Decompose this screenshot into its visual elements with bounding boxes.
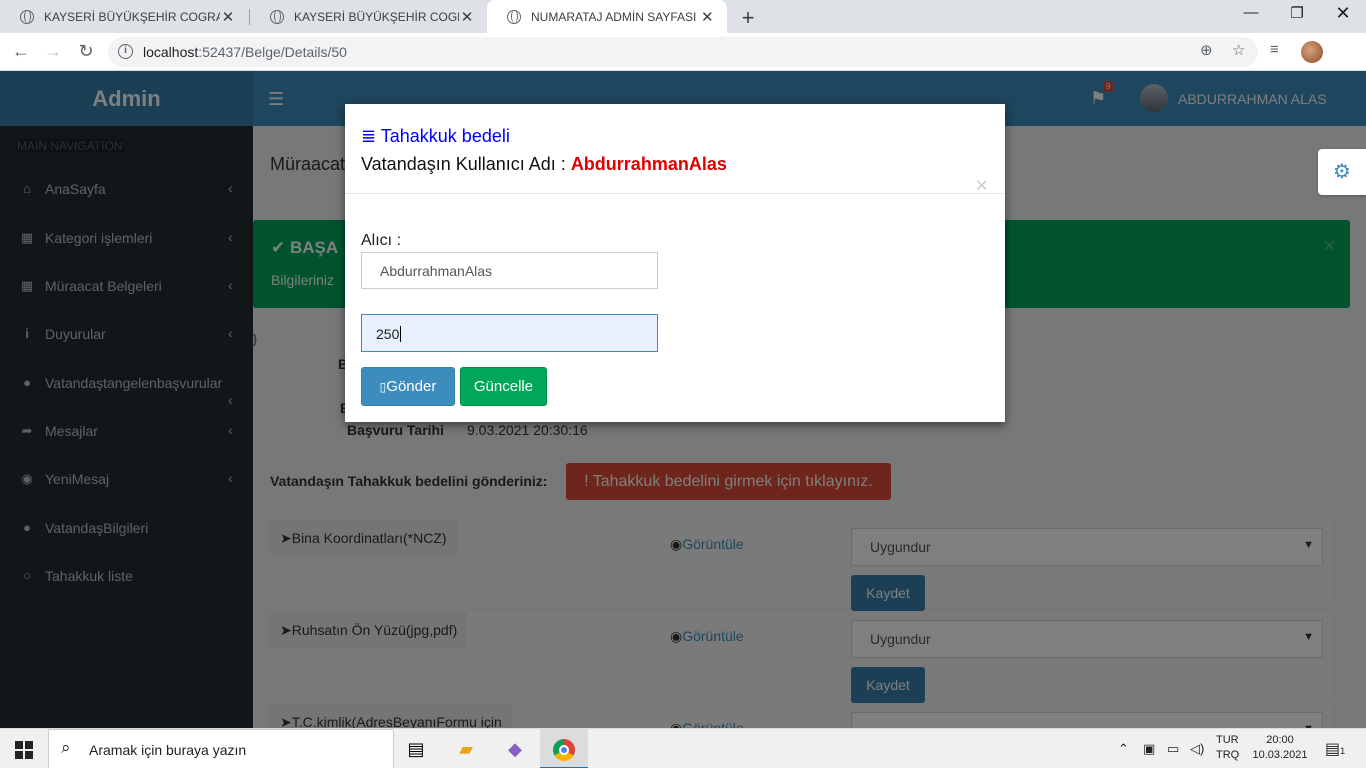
tab-title: KAYSERİ BÜYÜKŞEHİR COGRAFİ BİLGİ [294,9,459,24]
star-icon[interactable]: ☆ [1232,41,1245,59]
recipient-label: Alıcı : [361,232,402,249]
language-code: TUR [1216,734,1239,746]
chrome-icon[interactable] [540,729,588,768]
url-field[interactable]: i localhost:52437/Belge/Details/50 [108,37,1258,67]
modal-subtitle: Vatandaşın Kullanıcı Adı : AbdurrahmanAl… [361,154,727,175]
minimize-button[interactable]: — [1236,4,1266,21]
battery-icon[interactable]: ▭ [1167,741,1179,757]
file-explorer-icon[interactable]: ▰ [442,729,490,768]
amount-input[interactable]: 250 [361,314,658,352]
windows-start-icon[interactable] [15,741,33,759]
keyboard-layout: TRQ [1216,749,1240,761]
clock-date: 10.03.2021 [1252,749,1308,761]
visual-studio-icon[interactable]: ◆ [491,729,539,768]
clock[interactable]: 20:00 10.03.2021 [1250,733,1310,763]
tahakkuk-modal: ≣ Tahakkuk bedeli Vatandaşın Kullanıcı A… [345,104,1005,422]
search-placeholder: Aramak için buraya yazın [89,742,247,758]
task-view-icon[interactable]: ▤ [392,729,440,768]
recipient-value: AbdurrahmanAlas [380,263,493,279]
browser-tab-active[interactable]: NUMARATAJ ADMİN SAYFASI ✕ [487,0,727,33]
send-button-label: Gönder [386,378,437,395]
chevron-up-icon[interactable]: ⌃ [1118,741,1129,757]
profile-avatar[interactable] [1301,41,1323,63]
reload-icon[interactable]: ↻ [75,41,97,62]
update-button[interactable]: Güncelle [460,367,547,406]
subtitle-username: AbdurrahmanAlas [570,154,727,174]
url-text: localhost:52437/Belge/Details/50 [143,44,347,60]
browser-tab[interactable]: KAYSERİ BÜYÜKŞEHİR COGRAFİ BİLGİ ✕ [250,0,487,33]
language-indicator[interactable]: TUR TRQ [1216,733,1239,763]
web-page: Admin ☰ ⚑ 9 ABDURRAHMAN ALAS MAIN NAVIGA… [0,71,1366,728]
close-icon[interactable]: ✕ [700,8,715,26]
close-icon[interactable]: ✕ [220,8,236,26]
text-cursor [400,326,402,342]
restore-button[interactable]: ❐ [1282,4,1312,22]
browser-tab-bar: KAYSERİ BÜYÜKŞEHİR COGRAFİ BİLGİ ✕ KAYSE… [0,0,1366,33]
zoom-icon[interactable]: ⊕ [1200,41,1213,59]
globe-icon [507,9,521,24]
send-button[interactable]: ▯Gönder [361,367,455,406]
browser-tab[interactable]: KAYSERİ BÜYÜKŞEHİR COGRAFİ BİLGİ ✕ [0,0,248,33]
notification-icon[interactable]: ▤1 [1325,739,1345,759]
address-bar: ← → ↻ i localhost:52437/Belge/Details/50… [0,33,1366,71]
windows-taskbar: ⌕ Aramak için buraya yazın ▤ ▰ ◆ ⌃ ▣ ▭ ◁… [0,728,1366,768]
search-icon: ⌕ [61,738,71,757]
globe-icon [20,9,34,24]
back-icon[interactable]: ← [10,41,32,62]
new-tab-button[interactable]: + [737,5,759,31]
recipient-input[interactable]: AbdurrahmanAlas [361,252,658,289]
volume-icon[interactable]: ◁) [1190,741,1204,757]
url-host: localhost [143,44,199,60]
tab-title: KAYSERİ BÜYÜKŞEHİR COGRAFİ BİLGİ [44,9,220,24]
amount-value: 250 [376,326,400,342]
url-path: :52437/Belge/Details/50 [198,44,347,60]
taskbar-search[interactable]: ⌕ Aramak için buraya yazın [48,729,394,768]
close-icon[interactable]: ✕ [459,8,475,26]
media-icon[interactable]: ≡ [1270,41,1279,58]
modal-title: ≣ Tahakkuk bedeli [361,126,510,146]
subtitle-prefix: Vatandaşın Kullanıcı Adı : [361,154,571,174]
clock-time: 20:00 [1266,734,1294,746]
tab-title: NUMARATAJ ADMİN SAYFASI [531,9,697,24]
globe-icon [270,9,284,24]
gear-icon[interactable]: ⚙ [1318,149,1366,195]
info-icon[interactable]: i [118,44,133,59]
close-window-button[interactable]: ✕ [1328,3,1358,24]
meet-icon[interactable]: ▣ [1143,741,1155,757]
notification-count: 1 [1340,746,1346,756]
forward-icon[interactable]: → [42,41,64,62]
divider [345,193,1005,194]
